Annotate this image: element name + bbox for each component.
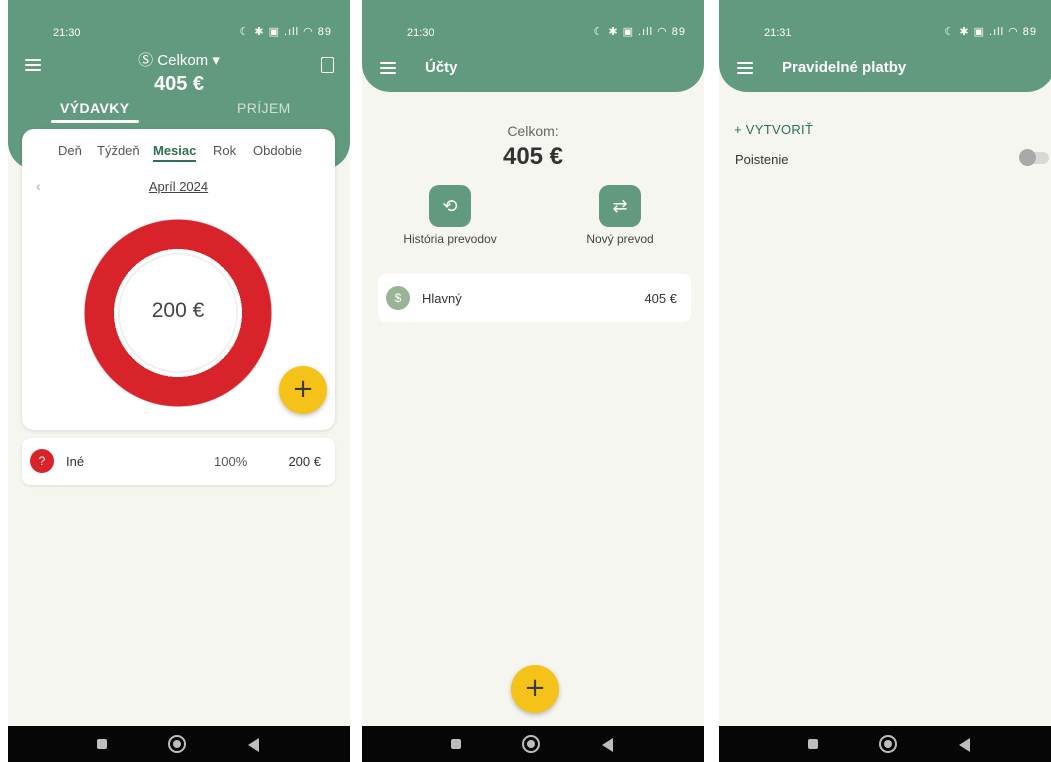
status-time: 21:31: [764, 27, 792, 39]
money-icon: $: [386, 286, 410, 310]
account-amount: 405 €: [644, 291, 677, 306]
add-transaction-button[interactable]: +: [279, 366, 327, 414]
create-button[interactable]: + VYTVORIŤ: [734, 122, 813, 137]
back-icon[interactable]: [959, 738, 970, 752]
status-bar: 21:30 ☾ ✱ ▣ .ıll ◠ 89: [362, 0, 704, 39]
status-icons: ☾ ✱ ▣ .ıll ◠ 89: [944, 26, 1037, 38]
system-nav-bar: [8, 726, 350, 762]
category-amount: 200 €: [288, 454, 321, 469]
system-nav-bar: [719, 726, 1051, 762]
expenses-screen: 21:30 ☾ ✱ ▣ .ıll ◠ 89 Ⓢ Celkom ▾ 405 € V…: [8, 0, 350, 762]
history-icon: ⟲: [442, 196, 458, 216]
recent-apps-icon[interactable]: [808, 739, 818, 749]
history-button[interactable]: ⟲: [429, 185, 471, 227]
recurring-item-toggle[interactable]: [1019, 149, 1049, 166]
status-bar: 21:31 ☾ ✱ ▣ .ıll ◠ 89: [719, 0, 1051, 39]
back-icon[interactable]: [248, 738, 259, 752]
total-balance: 405 €: [153, 73, 205, 95]
add-account-button[interactable]: +: [511, 665, 559, 713]
menu-icon[interactable]: [380, 62, 396, 74]
recurring-payments-screen: 21:31 ☾ ✱ ▣ .ıll ◠ 89 Pravidelné platby …: [719, 0, 1051, 762]
history-label: História prevodov: [403, 232, 497, 246]
recent-apps-icon[interactable]: [97, 739, 107, 749]
status-time: 21:30: [53, 27, 81, 39]
period-week[interactable]: Týždeň: [97, 143, 140, 158]
list-item[interactable]: ? Iné 100% 200 €: [22, 438, 335, 485]
period-year[interactable]: Rok: [213, 143, 236, 158]
transfer-icon: ⇄: [612, 196, 628, 216]
total-label: Celkom:: [507, 123, 559, 139]
page-title: Účty: [425, 59, 458, 76]
recent-apps-icon[interactable]: [451, 739, 461, 749]
month-label[interactable]: Apríl 2024: [22, 179, 335, 194]
tab-indicator: [51, 120, 139, 123]
home-icon[interactable]: [879, 735, 897, 753]
system-nav-bar: [362, 726, 704, 762]
menu-icon[interactable]: [737, 62, 753, 74]
status-icons: ☾ ✱ ▣ .ıll ◠ 89: [239, 26, 332, 38]
donut-total: 200 €: [151, 299, 205, 322]
account-name: Hlavný: [422, 291, 462, 306]
status-icons: ☾ ✱ ▣ .ıll ◠ 89: [593, 26, 686, 38]
status-bar: 21:30 ☾ ✱ ▣ .ıll ◠ 89: [8, 0, 350, 39]
question-mark-icon: ?: [30, 449, 54, 473]
receipt-icon[interactable]: [321, 57, 334, 73]
recurring-item-name[interactable]: Poistenie: [735, 152, 788, 167]
account-name: Celkom: [157, 52, 209, 69]
home-icon[interactable]: [168, 735, 186, 753]
tab-income[interactable]: PRÍJEM: [237, 100, 291, 116]
chevron-down-icon: ▾: [212, 52, 220, 69]
category-percent: 100%: [214, 454, 248, 469]
page-title: Pravidelné platby: [782, 59, 907, 76]
new-transfer-button[interactable]: ⇄: [599, 185, 641, 227]
status-time: 21:30: [407, 27, 435, 39]
period-month[interactable]: Mesiac: [153, 143, 197, 162]
period-day[interactable]: Deň: [58, 143, 82, 158]
total-value: 405 €: [502, 143, 564, 170]
tab-expenses[interactable]: VÝDAVKY: [60, 100, 129, 116]
home-icon[interactable]: [522, 735, 540, 753]
accounts-screen: 21:30 ☾ ✱ ▣ .ıll ◠ 89 Účty Celkom: 405 €…: [362, 0, 704, 762]
account-selector[interactable]: Ⓢ Celkom ▾: [8, 49, 350, 70]
toggle-knob: [1019, 149, 1036, 166]
new-transfer-label: Nový prevod: [586, 232, 654, 246]
period-custom[interactable]: Obdobie: [253, 143, 302, 158]
category-name: Iné: [66, 454, 85, 469]
list-item[interactable]: $ Hlavný 405 €: [378, 274, 691, 322]
back-icon[interactable]: [602, 738, 613, 752]
money-bag-icon: Ⓢ: [138, 52, 154, 69]
